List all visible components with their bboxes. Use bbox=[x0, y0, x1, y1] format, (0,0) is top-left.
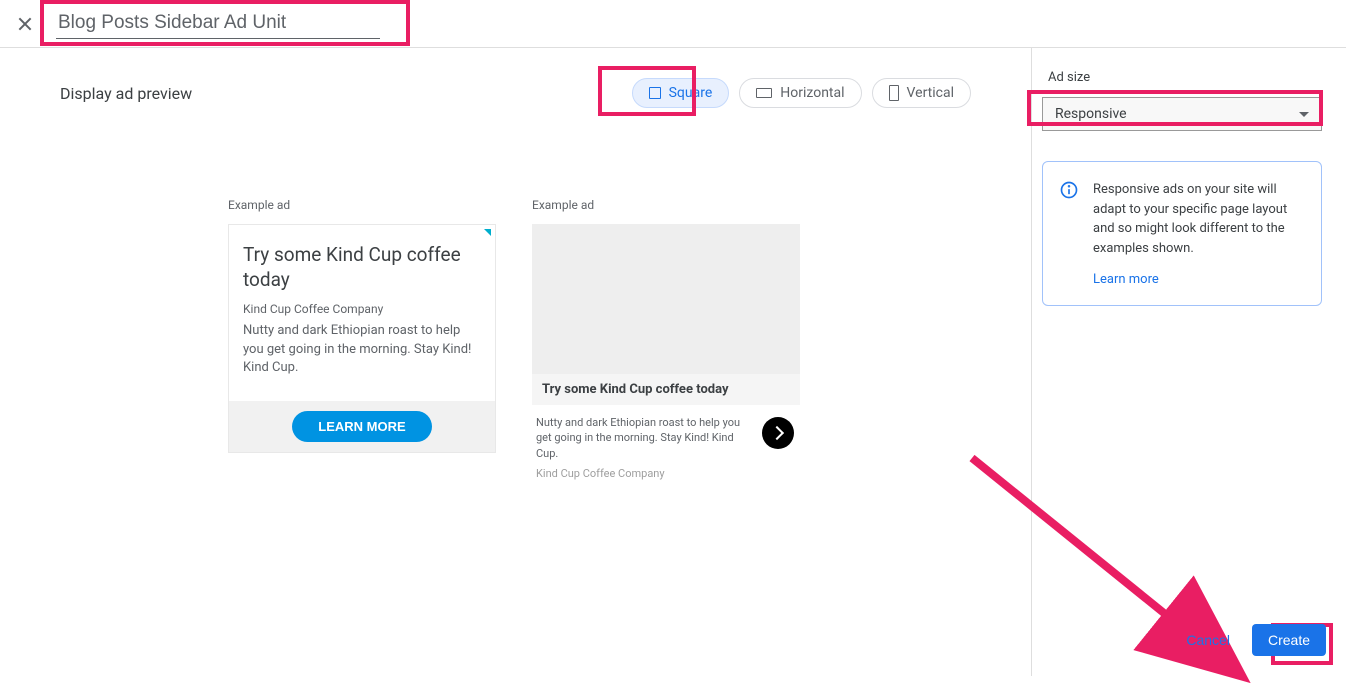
chip-square[interactable]: Square bbox=[632, 78, 730, 108]
next-arrow-icon[interactable] bbox=[762, 417, 794, 449]
preview-label: Display ad preview bbox=[60, 84, 192, 103]
ad-unit-name-input[interactable] bbox=[56, 8, 380, 39]
example-ad-image: Try some Kind Cup coffee today Nutty and… bbox=[532, 224, 800, 480]
preview-area: Display ad preview Square Horizontal Ver… bbox=[0, 48, 1032, 676]
ad-title: Try some Kind Cup coffee today bbox=[532, 374, 800, 405]
ad-description: Nutty and dark Ethiopian roast to help y… bbox=[243, 322, 481, 377]
ad-image-placeholder bbox=[532, 224, 800, 374]
shape-chip-group: Square Horizontal Vertical bbox=[632, 78, 971, 108]
info-icon bbox=[1059, 180, 1079, 287]
info-text: Responsive ads on your site will adapt t… bbox=[1093, 180, 1303, 258]
ad-size-value: Responsive bbox=[1055, 106, 1127, 122]
ad-company: Kind Cup Coffee Company bbox=[536, 467, 750, 480]
chip-horizontal[interactable]: Horizontal bbox=[739, 78, 861, 108]
ad-company: Kind Cup Coffee Company bbox=[243, 302, 481, 316]
ad-size-label: Ad size bbox=[1042, 70, 1336, 85]
example-ad-text: Try some Kind Cup coffee today Kind Cup … bbox=[228, 224, 496, 453]
info-callout: Responsive ads on your site will adapt t… bbox=[1042, 161, 1322, 306]
square-icon bbox=[649, 87, 661, 99]
settings-sidebar: Ad size Responsive Responsive ads on you… bbox=[1032, 48, 1346, 676]
chip-vertical-label: Vertical bbox=[907, 85, 954, 101]
dialog-header bbox=[0, 0, 1346, 48]
ad-learn-more-button[interactable]: LEARN MORE bbox=[292, 411, 431, 442]
create-button[interactable]: Create bbox=[1252, 624, 1326, 656]
adchoices-icon bbox=[484, 229, 491, 236]
horizontal-icon bbox=[756, 88, 772, 98]
ad-description: Nutty and dark Ethiopian roast to help y… bbox=[536, 415, 750, 461]
chip-square-label: Square bbox=[669, 85, 713, 101]
close-icon[interactable] bbox=[16, 14, 36, 34]
vertical-icon bbox=[889, 85, 899, 101]
chevron-down-icon bbox=[1299, 112, 1309, 117]
learn-more-link[interactable]: Learn more bbox=[1093, 272, 1159, 287]
chip-vertical[interactable]: Vertical bbox=[872, 78, 971, 108]
example-ad-label: Example ad bbox=[532, 198, 800, 212]
example-ad-label: Example ad bbox=[228, 198, 496, 212]
ad-title: Try some Kind Cup coffee today bbox=[243, 243, 481, 292]
cancel-button[interactable]: Cancel bbox=[1186, 632, 1230, 648]
ad-size-select[interactable]: Responsive bbox=[1042, 97, 1322, 131]
chip-horizontal-label: Horizontal bbox=[780, 85, 844, 101]
